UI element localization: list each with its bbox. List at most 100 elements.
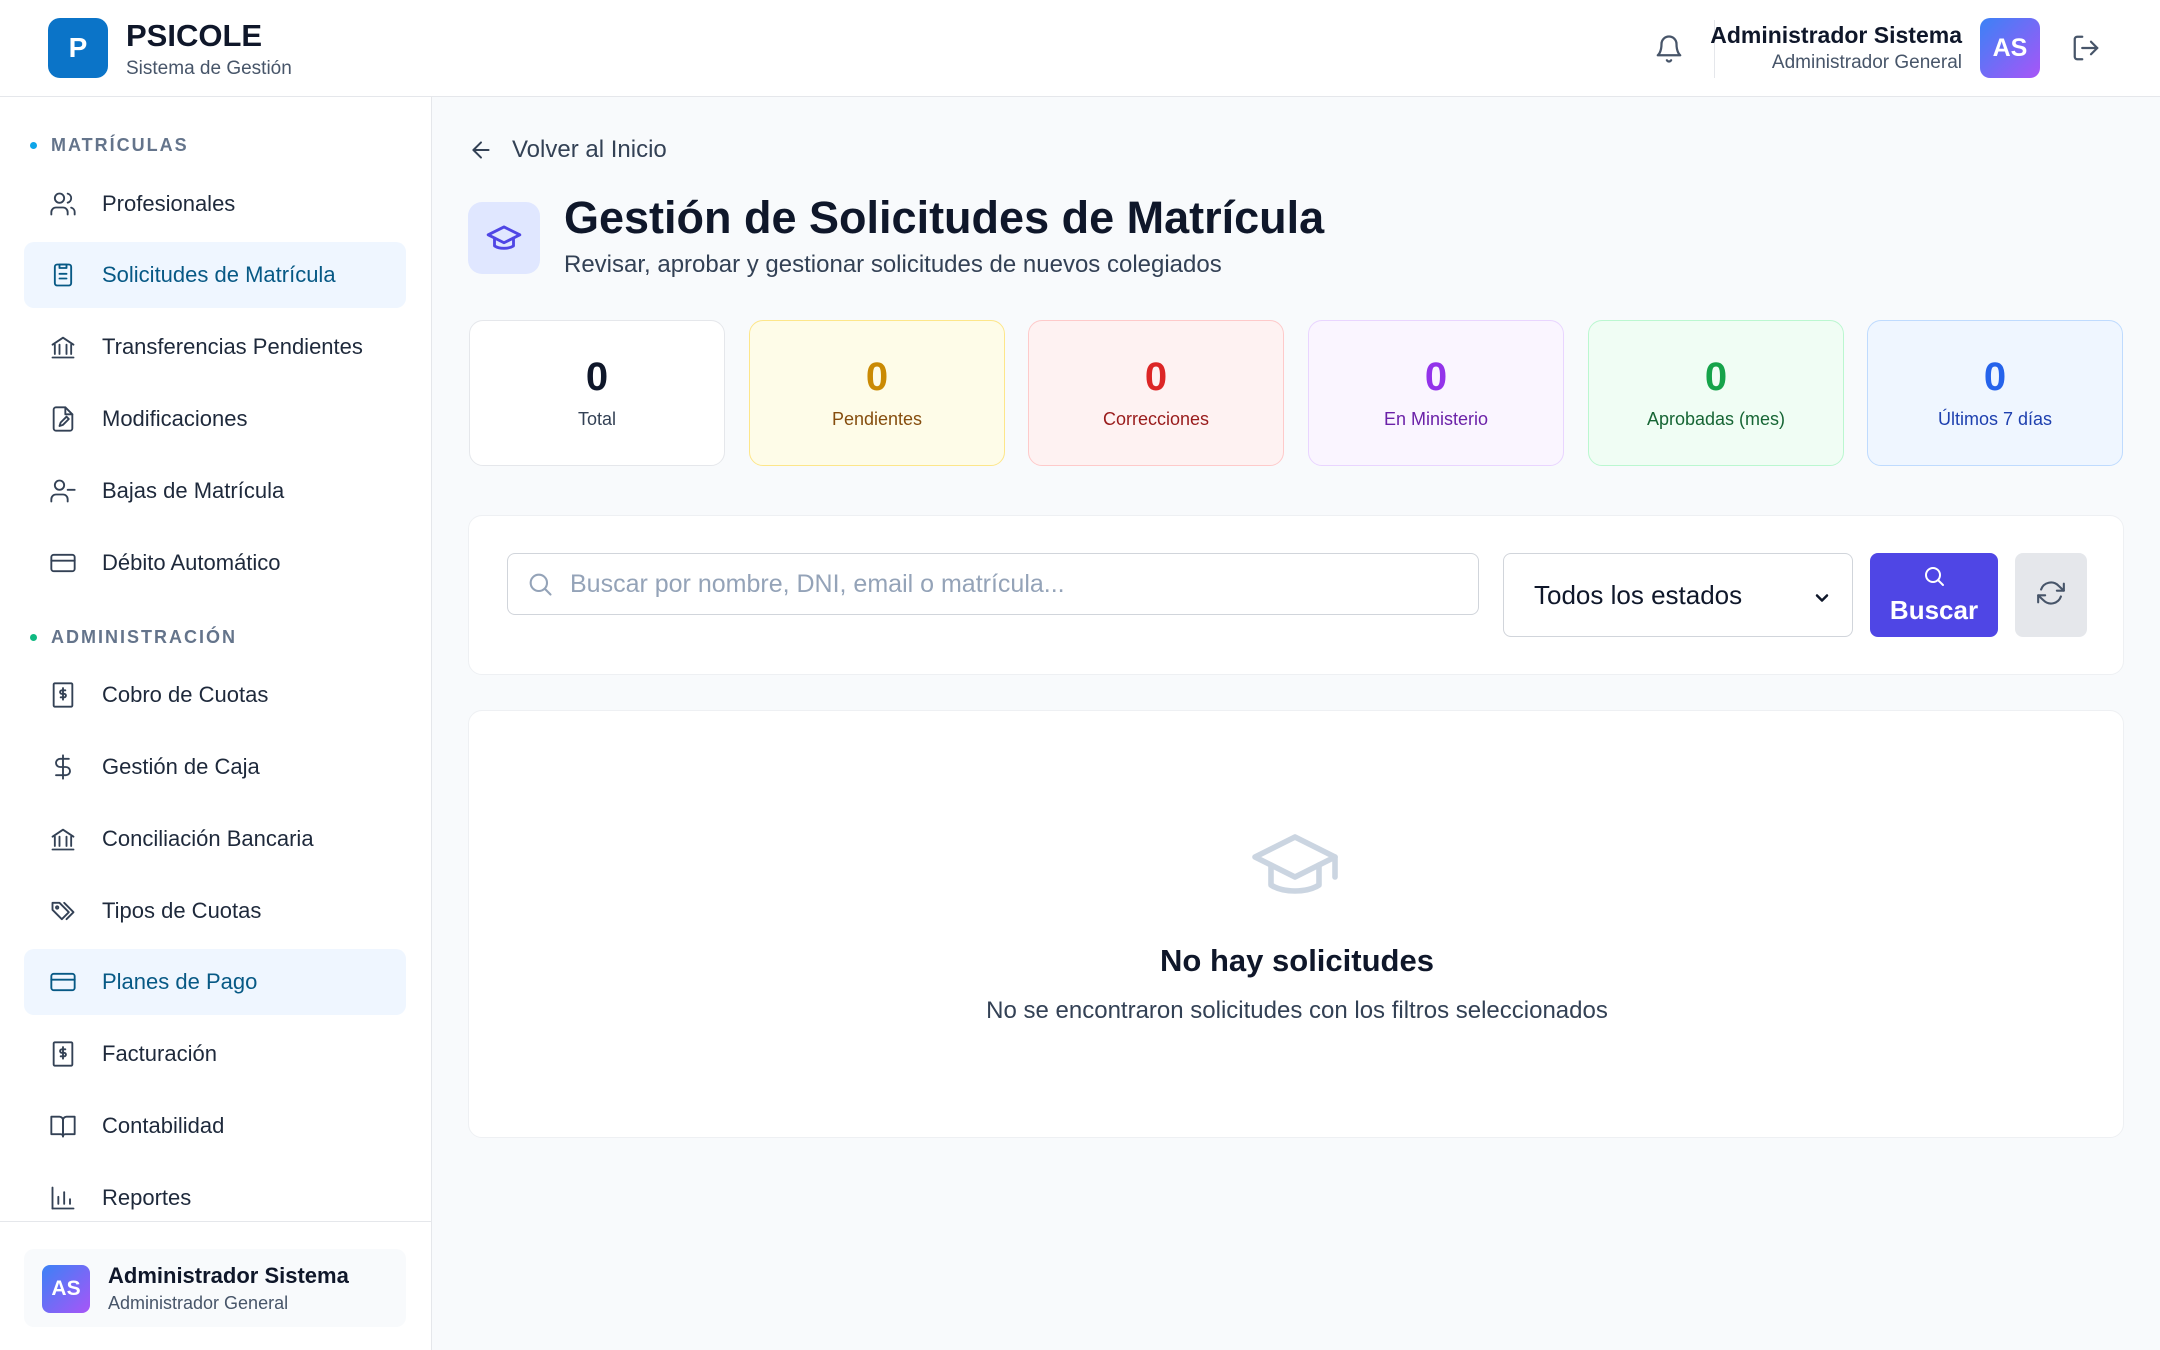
sidebar-item-label: Bajas de Matrícula <box>102 478 285 503</box>
sidebar-item-debito[interactable]: Débito Automático <box>24 530 406 596</box>
back-label: Volver al Inicio <box>512 136 667 163</box>
sidebar-item-label: Solicitudes de Matrícula <box>102 262 336 287</box>
arrow-left-icon <box>468 136 496 164</box>
sidebar-item-label: Planes de Pago <box>102 969 258 994</box>
stat-card-aprobadas: 0 Aprobadas (mes) <box>1588 320 1844 466</box>
empty-state-message: No se encontraron solicitudes con los fi… <box>986 997 1608 1024</box>
search-box[interactable] <box>507 553 1479 615</box>
stat-value: 0 <box>585 354 609 399</box>
chevron-down-icon <box>1812 584 1832 615</box>
book-open-icon <box>48 1111 78 1141</box>
sidebar-footer-divider <box>0 1221 432 1222</box>
status-filter-value: Todos los estados <box>1534 579 1743 610</box>
stat-card-pendientes: 0 Pendientes <box>749 320 1005 466</box>
bank-icon <box>48 332 78 362</box>
sidebar-item-facturacion[interactable]: Facturación <box>24 1021 406 1087</box>
search-input[interactable] <box>570 569 1450 599</box>
sidebar-section-title: MATRÍCULAS <box>51 135 189 155</box>
sidebar-item-label: Gestión de Caja <box>102 754 260 779</box>
page-subtitle: Revisar, aprobar y gestionar solicitudes… <box>564 251 1222 278</box>
search-icon <box>526 569 556 599</box>
bar-chart-icon <box>48 1183 78 1213</box>
top-header: P PSICOLE Sistema de Gestión Administrad… <box>0 0 2160 97</box>
sidebar-item-label: Profesionales <box>102 191 236 216</box>
status-filter-select[interactable]: Todos los estados <box>1503 553 1853 637</box>
sidebar-user-card[interactable]: AS Administrador Sistema Administrador G… <box>24 1249 406 1327</box>
sidebar-item-tipos-cuotas[interactable]: Tipos de Cuotas <box>24 878 406 944</box>
stat-card-ultimos-7-dias: 0 Últimos 7 días <box>1867 320 2123 466</box>
stat-value: 0 <box>1144 354 1168 399</box>
sidebar-item-solicitudes[interactable]: Solicitudes de Matrícula <box>24 242 406 308</box>
logout-icon[interactable] <box>2068 30 2104 66</box>
sidebar-avatar: AS <box>42 1265 90 1313</box>
sidebar-item-conciliacion[interactable]: Conciliación Bancaria <box>24 806 406 872</box>
header-avatar[interactable]: AS <box>1980 18 2040 78</box>
sidebar-item-gestion-caja[interactable]: Gestión de Caja <box>24 734 406 800</box>
users-icon <box>48 189 78 219</box>
dollar-icon <box>48 752 78 782</box>
results-card: No hay solicitudes No se encontraron sol… <box>468 710 2124 1138</box>
sidebar-item-modificaciones[interactable]: Modificaciones <box>24 386 406 452</box>
sidebar-user-role: Administrador General <box>108 1293 289 1313</box>
app-logo[interactable]: P <box>48 18 108 78</box>
header-user-role: Administrador General <box>1771 52 1962 73</box>
bank-icon <box>48 824 78 854</box>
sidebar-item-label: Tipos de Cuotas <box>102 898 262 923</box>
app-title: PSICOLE <box>126 18 263 53</box>
sidebar-item-contabilidad[interactable]: Contabilidad <box>24 1093 406 1159</box>
refresh-icon <box>2037 579 2065 612</box>
graduation-cap-icon <box>468 202 540 274</box>
sidebar-section-administracion: ADMINISTRACIÓN <box>30 627 237 648</box>
tags-icon <box>48 896 78 926</box>
clipboard-list-icon <box>48 260 78 290</box>
stat-value: 0 <box>1424 354 1448 399</box>
stat-label: Últimos 7 días <box>1937 408 2053 429</box>
file-edit-icon <box>48 404 78 434</box>
search-button-label: Buscar <box>1889 595 1979 625</box>
sidebar-item-bajas[interactable]: Bajas de Matrícula <box>24 458 406 524</box>
search-icon <box>1922 564 1946 595</box>
stat-label: En Ministerio <box>1383 408 1489 429</box>
receipt-icon <box>48 1039 78 1069</box>
stat-card-correcciones: 0 Correcciones <box>1028 320 1284 466</box>
stat-value: 0 <box>1983 354 2007 399</box>
sidebar-item-label: Contabilidad <box>102 1113 225 1138</box>
app-subtitle: Sistema de Gestión <box>126 58 292 79</box>
credit-card-icon <box>48 967 78 997</box>
stat-value: 0 <box>865 354 889 399</box>
empty-state-title: No hay solicitudes <box>1160 943 1434 978</box>
sidebar-item-transferencias[interactable]: Transferencias Pendientes <box>24 314 406 380</box>
graduation-cap-icon <box>1245 825 1345 905</box>
sidebar-item-profesionales[interactable]: Profesionales <box>24 171 406 237</box>
page-title: Gestión de Solicitudes de Matrícula <box>564 192 1325 243</box>
back-to-home-link[interactable]: Volver al Inicio <box>468 136 667 164</box>
stat-label: Aprobadas (mes) <box>1646 408 1786 429</box>
section-dot <box>30 142 37 149</box>
sidebar: MATRÍCULAS Profesionales Solicitudes de … <box>0 97 432 1350</box>
sidebar-user-name: Administrador Sistema <box>108 1263 349 1288</box>
search-button[interactable]: Buscar <box>1870 553 1998 637</box>
sidebar-item-label: Reportes <box>102 1185 192 1210</box>
stat-value: 0 <box>1704 354 1728 399</box>
sidebar-item-cobro-cuotas[interactable]: Cobro de Cuotas <box>24 662 406 728</box>
header-user-name: Administrador Sistema <box>1710 22 1962 48</box>
stat-card-total: 0 Total <box>469 320 725 466</box>
sidebar-item-label: Modificaciones <box>102 406 248 431</box>
filter-card: Todos los estados Buscar <box>468 515 2124 675</box>
receipt-icon <box>48 680 78 710</box>
sidebar-item-planes-pago[interactable]: Planes de Pago <box>24 949 406 1015</box>
credit-card-icon <box>48 548 78 578</box>
stat-card-en-ministerio: 0 En Ministerio <box>1308 320 1564 466</box>
sidebar-item-label: Transferencias Pendientes <box>102 334 363 359</box>
stat-label: Pendientes <box>831 408 923 429</box>
sidebar-section-title: ADMINISTRACIÓN <box>51 627 237 647</box>
section-dot <box>30 634 37 641</box>
user-minus-icon <box>48 476 78 506</box>
sidebar-section-matriculas: MATRÍCULAS <box>30 135 189 156</box>
stat-label: Total <box>577 408 617 429</box>
sidebar-item-label: Facturación <box>102 1041 217 1066</box>
sidebar-item-label: Débito Automático <box>102 550 281 575</box>
refresh-button[interactable] <box>2015 553 2087 637</box>
sidebar-item-label: Conciliación Bancaria <box>102 826 314 851</box>
notifications-bell-icon[interactable] <box>1652 32 1686 66</box>
